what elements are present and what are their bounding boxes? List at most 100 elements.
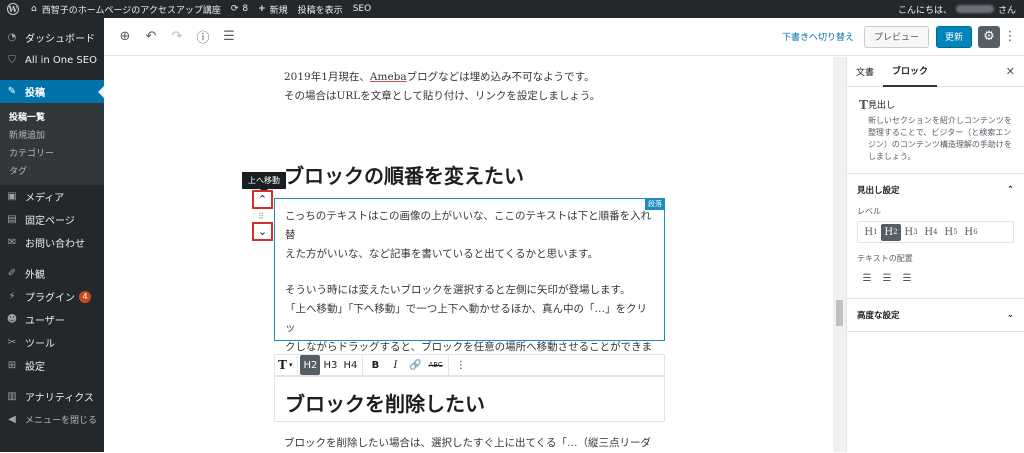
tab-block[interactable]: ブロック <box>883 57 938 87</box>
admin-sidebar: ◔ ダッシュボード ⛉ All in One SEO ✎ 投稿 投稿一覧 新規追加 カ… <box>0 18 104 452</box>
sidebar-item-tools[interactable]: ✂ ツール <box>0 331 104 354</box>
sidebar-item-dashboard[interactable]: ◔ ダッシュボード <box>0 26 104 49</box>
drag-handle-icon[interactable]: ⠿ <box>258 212 264 221</box>
scrollbar-thumb[interactable] <box>836 300 843 326</box>
strikethrough-button[interactable]: ABC <box>425 355 445 375</box>
toolbar-divider <box>362 355 364 375</box>
advanced-toggle[interactable]: 高度な設定 ⌄ <box>847 299 1024 331</box>
home-icon: ⌂ <box>31 4 37 14</box>
level-h4-button[interactable]: H4 <box>921 224 941 241</box>
sidebar-item-users[interactable]: ☻ ユーザー <box>0 308 104 331</box>
block-toolbar: T ▾ H2 H3 H4 B I 🔗 ABC ⋮ <box>274 354 665 376</box>
more-options-button[interactable]: ⋮ <box>1003 26 1017 48</box>
block-navigation-button[interactable]: ☰ <box>218 26 240 48</box>
updates-link[interactable]: ⟳ 8 <box>226 0 253 18</box>
editor-canvas: 2019年1月現在、Amebaブログなどは埋め込み不可なようです。 その場合はU… <box>104 57 833 452</box>
sidebar-label: ダッシュボード <box>25 34 95 45</box>
block-title: 見出し <box>867 101 895 111</box>
vertical-ellipsis-icon: ⋮ <box>1003 29 1017 44</box>
undo-icon: ↶ <box>145 29 157 44</box>
chevron-up-icon: ⌃ <box>1006 185 1014 195</box>
selected-paragraph-block[interactable]: 段落 こっちのテキストはこの画像の上がいいな、ここのテキストは下と順番を入れ替 … <box>274 198 665 372</box>
content-info-button[interactable]: ⓘ <box>192 26 214 48</box>
editor-scrollbar[interactable] <box>833 57 846 452</box>
admin-bar: W ⌂ 西智子のホームページのアクセスアップ講座 ⟳ 8 + 新規 投稿を表示 … <box>0 0 1024 18</box>
tab-document[interactable]: 文書 <box>847 57 883 87</box>
dashboard-icon: ◔ <box>7 32 17 43</box>
submenu-tags[interactable]: タグ <box>0 161 104 179</box>
move-up-button[interactable]: ⌃ <box>252 190 273 209</box>
sidebar-item-media[interactable]: ▣ メディア <box>0 185 104 208</box>
sidebar-collapse-menu[interactable]: ◀ メニューを閉じる <box>0 408 104 431</box>
block-type-switcher[interactable]: T ▾ <box>275 355 295 375</box>
align-left-icon[interactable]: ☰ <box>857 273 877 284</box>
view-post-link[interactable]: 投稿を表示 <box>293 0 348 18</box>
section-title: 見出し設定 <box>857 186 900 196</box>
update-button[interactable]: 更新 <box>935 25 972 48</box>
italic-button[interactable]: I <box>385 355 405 375</box>
seo-icon: ⛉ <box>8 55 16 66</box>
seo-link[interactable]: SEO <box>348 0 376 18</box>
redo-button[interactable]: ↷ <box>166 26 188 48</box>
settings-toggle-button[interactable]: ⚙ <box>978 25 1000 48</box>
paragraph-block[interactable]: 2019年1月現在、Amebaブログなどは埋め込み不可なようです。 その場合はU… <box>284 68 674 106</box>
sidebar-label: All in One SEO <box>25 55 97 66</box>
link-button[interactable]: 🔗 <box>405 355 425 375</box>
sidebar-item-posts[interactable]: ✎ 投稿 <box>0 80 104 103</box>
paragraph-line: その場合はURLを文章として貼り付け、リンクを設定しましょう。 <box>284 90 601 102</box>
paragraph-block[interactable]: ブロックを削除したい場合は、選択したすぐ上に出てくる「…（縦三点リーダ <box>284 434 674 453</box>
sidebar-item-contact[interactable]: ✉ お問い合わせ <box>0 231 104 254</box>
block-more-options-button[interactable]: ⋮ <box>451 355 471 375</box>
advanced-section: 高度な設定 ⌄ <box>847 299 1024 332</box>
move-down-button[interactable]: ⌄ <box>252 222 273 241</box>
undo-button[interactable]: ↶ <box>140 26 162 48</box>
heading-level-h4-button[interactable]: H4 <box>340 355 360 375</box>
wordpress-logo-icon[interactable]: W <box>0 0 26 18</box>
preview-button[interactable]: プレビュー <box>863 25 929 48</box>
heading-level-h3-button[interactable]: H3 <box>320 355 340 375</box>
site-name-link[interactable]: ⌂ 西智子のホームページのアクセスアップ講座 <box>26 0 226 18</box>
account-menu[interactable]: こんにちは、 さん <box>893 0 1024 18</box>
sidebar-label: 設定 <box>25 362 45 373</box>
greeting-suffix: さん <box>997 5 1016 16</box>
sidebar-item-pages[interactable]: ▤ 固定ページ <box>0 208 104 231</box>
page-icon: ▤ <box>7 214 17 225</box>
heading-block[interactable]: ブロックの順番を変えたい <box>284 160 524 189</box>
switch-to-draft-link[interactable]: 下書きへ切り替え <box>782 30 854 43</box>
submenu-categories[interactable]: カテゴリー <box>0 143 104 161</box>
updates-count: 8 <box>242 4 249 14</box>
submenu-add-new[interactable]: 新規追加 <box>0 125 104 143</box>
text-align-group: ☰ ☰ ☰ <box>857 268 1014 288</box>
align-right-icon[interactable]: ☰ <box>897 273 917 284</box>
level-h3-button[interactable]: H3 <box>901 224 921 241</box>
heading-settings-toggle[interactable]: 見出し設定 ⌃ <box>847 174 1024 206</box>
close-icon[interactable]: ✕ <box>1006 65 1015 78</box>
level-h5-button[interactable]: H5 <box>941 224 961 241</box>
chevron-down-icon: ⌄ <box>1006 310 1014 320</box>
sidebar-item-appearance[interactable]: ✐ 外観 <box>0 262 104 285</box>
submenu-all-posts[interactable]: 投稿一覧 <box>0 107 104 125</box>
redo-icon: ↷ <box>171 29 183 44</box>
settings-icon: ⊞ <box>7 360 17 371</box>
sidebar-item-plugins[interactable]: ⚡ プラグイン 4 <box>0 285 104 308</box>
heading-block-selected[interactable]: ブロックを削除したい <box>274 376 665 422</box>
heading-block-icon: T <box>859 98 868 112</box>
sidebar-label: ツール <box>25 339 55 350</box>
collapse-icon: ◀ <box>8 414 16 425</box>
new-content-link[interactable]: + 新規 <box>253 0 293 18</box>
sidebar-item-all-in-one-seo[interactable]: ⛉ All in One SEO <box>0 49 104 72</box>
level-h1-button[interactable]: H1 <box>861 224 881 241</box>
add-block-button[interactable]: ⊕ <box>114 26 136 48</box>
posts-submenu: 投稿一覧 新規追加 カテゴリー タグ <box>0 103 104 185</box>
level-h6-button[interactable]: H6 <box>961 224 981 241</box>
toolbar-divider <box>447 355 449 375</box>
align-center-icon[interactable]: ☰ <box>877 273 897 284</box>
sidebar-item-analytics[interactable]: ▥ アナリティクス <box>0 385 104 408</box>
brush-icon: ✐ <box>7 268 17 279</box>
bold-button[interactable]: B <box>365 355 385 375</box>
heading-level-h2-button[interactable]: H2 <box>300 355 321 375</box>
level-h2-button[interactable]: H2 <box>881 223 901 241</box>
heading-level-group: H1 H2 H3 H4 H5 H6 <box>857 221 1014 243</box>
sidebar-item-settings[interactable]: ⊞ 設定 <box>0 354 104 377</box>
info-icon: ⓘ <box>196 31 210 46</box>
